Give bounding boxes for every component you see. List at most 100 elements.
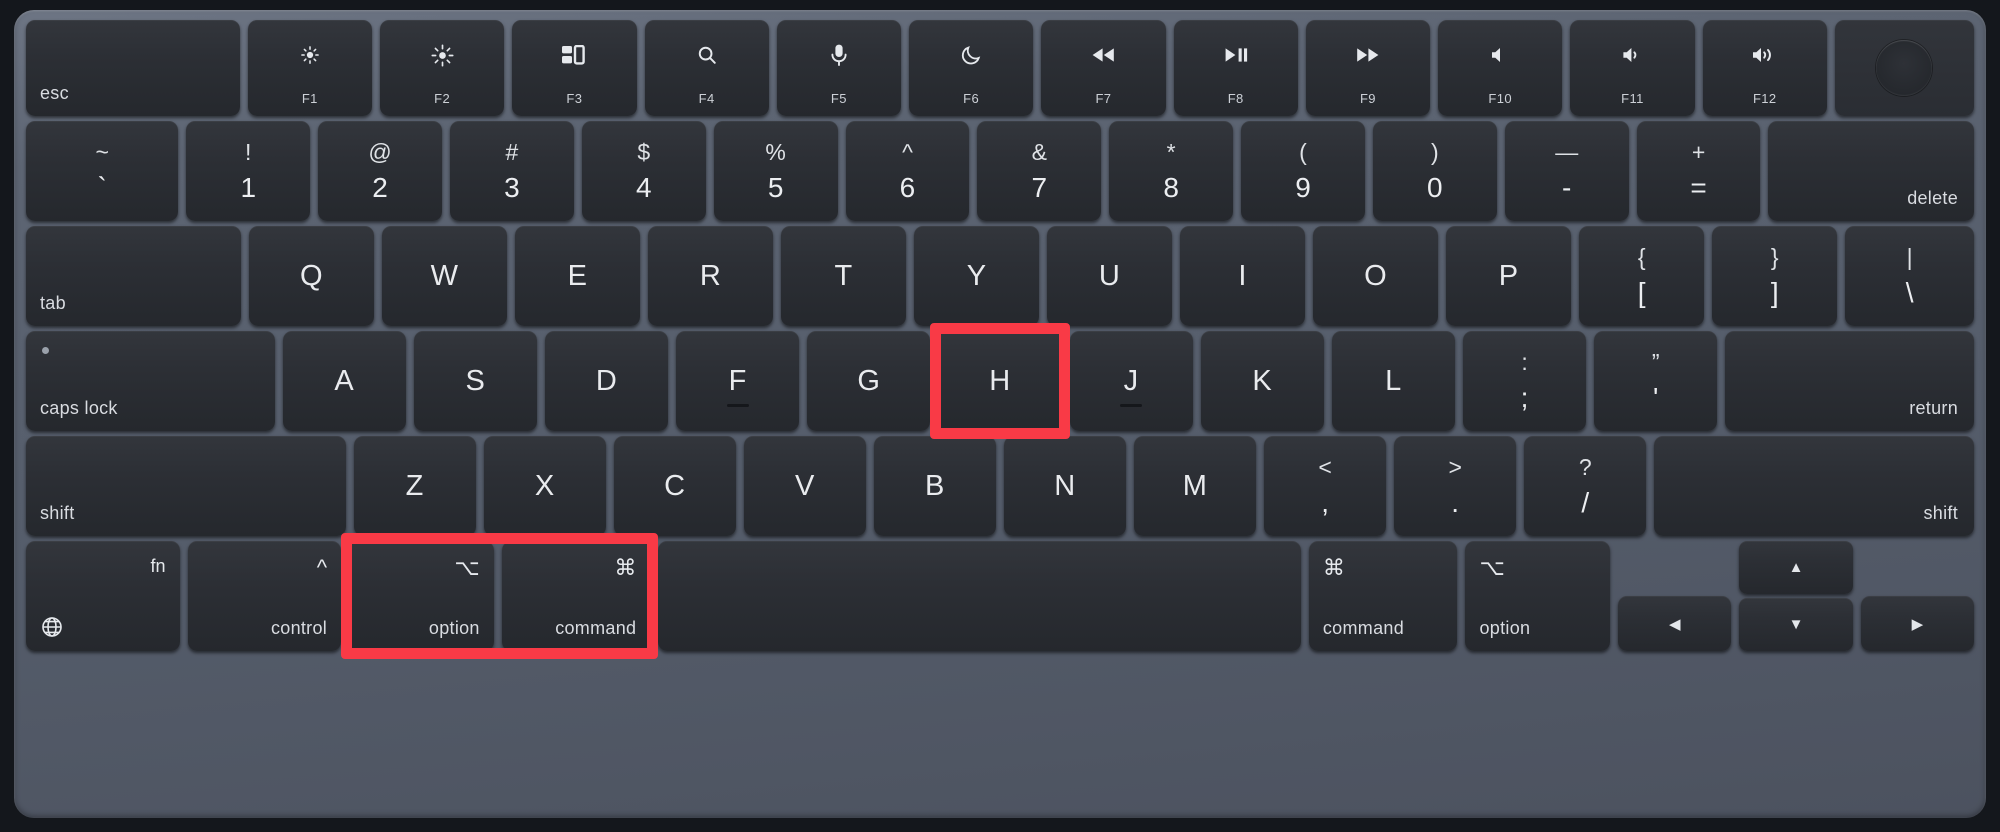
key-control[interactable]: ^ control [187,541,342,651]
key-period-shift-label: > [1448,453,1462,480]
mission-control-icon [561,42,587,68]
key-4[interactable]: $ 4 [581,121,706,221]
key-tab[interactable]: tab [26,226,242,326]
key-3[interactable]: # 3 [450,121,574,221]
key-x[interactable]: X [483,436,606,536]
key-esc[interactable]: esc [26,20,240,116]
key-f-label: F [728,364,747,397]
key-equals[interactable]: + = [1636,121,1761,221]
key-v[interactable]: V [743,436,866,536]
key-t[interactable]: T [781,226,907,326]
key-f1[interactable]: F1 [247,20,372,116]
key-space[interactable] [658,541,1301,651]
key-comma[interactable]: < , [1264,436,1387,536]
key-q[interactable]: Q [249,226,375,326]
key-n[interactable]: N [1004,436,1127,536]
key-f2[interactable]: F2 [379,20,505,116]
key-command-right[interactable]: ⌘ command [1308,541,1458,651]
key-return-label: return [1909,398,1959,418]
key-c[interactable]: C [613,436,736,536]
key-1-shift-label: ! [245,138,252,165]
key-shift-right-label: shift [1923,503,1958,523]
key-f5[interactable]: F5 [776,20,902,116]
key-9[interactable]: ( 9 [1241,121,1365,221]
key-7[interactable]: & 7 [977,121,1102,221]
key-a[interactable]: A [282,331,406,431]
key-o[interactable]: O [1313,226,1439,326]
key-delete[interactable]: delete [1768,121,1975,221]
key-touch-id[interactable] [1834,20,1975,116]
key-caps-lock[interactable]: caps lock [26,331,275,431]
key-f11[interactable]: F11 [1570,20,1695,116]
key-d[interactable]: D [545,331,669,431]
key-5[interactable]: % 5 [713,121,838,221]
key-shift-left-label: shift [40,503,75,523]
key-f3-label: F3 [566,91,583,106]
key-f4-label: F4 [698,91,715,106]
key-option-left[interactable]: ⌥ option [349,541,494,651]
key-bracket-right[interactable]: } ] [1712,226,1838,326]
key-h[interactable]: H [938,331,1062,431]
search-icon [696,42,718,68]
key-s[interactable]: S [413,331,538,431]
key-6[interactable]: ^ 6 [845,121,970,221]
key-fn[interactable]: fn [26,541,180,651]
key-quote[interactable]: ” ' [1594,331,1718,431]
key-w[interactable]: W [382,226,508,326]
key-minus[interactable]: — - [1504,121,1629,221]
key-f2-label: F2 [434,91,451,106]
key-f10[interactable]: F10 [1438,20,1563,116]
key-return[interactable]: return [1725,331,1975,431]
key-z[interactable]: Z [353,436,476,536]
key-f6[interactable]: F6 [909,20,1034,116]
key-f[interactable]: F [676,331,800,431]
fast-forward-icon [1355,42,1381,68]
key-b[interactable]: B [873,436,996,536]
key-f9-label: F9 [1359,91,1376,106]
key-p[interactable]: P [1446,226,1572,326]
key-0-label: 0 [1427,171,1443,203]
key-j[interactable]: J [1069,331,1193,431]
key-g[interactable]: G [807,331,931,431]
key-u[interactable]: U [1047,226,1173,326]
key-1[interactable]: ! 1 [186,121,311,221]
key-arrow-left[interactable]: ◀ [1618,596,1732,651]
key-f3[interactable]: F3 [512,20,637,116]
key-r[interactable]: R [648,226,774,326]
key-f12[interactable]: F12 [1702,20,1827,116]
key-k[interactable]: K [1200,331,1324,431]
globe-icon [40,615,64,639]
key-8[interactable]: * 8 [1109,121,1234,221]
key-5-label: 5 [767,171,784,203]
key-f7[interactable]: F7 [1041,20,1166,116]
key-8-label: 8 [1163,171,1179,203]
key-backslash[interactable]: | \ [1845,226,1974,326]
key-arrow-up[interactable]: ▲ [1739,541,1853,594]
key-f11-label: F11 [1621,91,1644,106]
key-e[interactable]: E [515,226,641,326]
key-bracket-left[interactable]: { [ [1579,226,1705,326]
qwerty-row: tab Q W E R T Y U I O P { [ } ] | \ [26,226,1974,326]
key-arrow-right[interactable]: ▶ [1860,596,1974,651]
key-y[interactable]: Y [914,226,1040,326]
key-f8[interactable]: F8 [1173,20,1298,116]
key-arrow-down[interactable]: ▼ [1739,598,1853,651]
key-shift-right[interactable]: shift [1654,436,1974,536]
key-period[interactable]: > . [1394,436,1517,536]
key-2[interactable]: @ 2 [318,121,443,221]
key-0[interactable]: ) 0 [1372,121,1497,221]
key-l[interactable]: L [1331,331,1455,431]
key-f9[interactable]: F9 [1305,20,1431,116]
key-grave[interactable]: ~ ` [26,121,179,221]
key-i[interactable]: I [1180,226,1306,326]
key-option-right-label: option [1479,618,1531,638]
key-shift-left[interactable]: shift [26,436,346,536]
key-command-left[interactable]: ⌘ command [501,541,651,651]
key-9-label: 9 [1295,171,1311,203]
key-m[interactable]: M [1134,436,1257,536]
key-option-right[interactable]: ⌥ option [1465,541,1611,651]
key-option-left-symbol: ⌥ [454,555,480,580]
key-f4[interactable]: F4 [644,20,769,116]
key-semicolon[interactable]: : ; [1463,331,1587,431]
key-slash[interactable]: ? / [1524,436,1647,536]
